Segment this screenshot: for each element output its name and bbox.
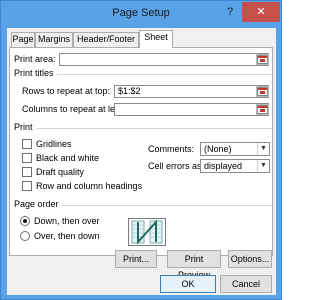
row-col-headings-checkbox[interactable]: [22, 181, 32, 191]
rows-repeat-input[interactable]: $1:$2: [114, 85, 269, 98]
draft-quality-label: Draft quality: [36, 167, 85, 177]
cell-errors-select[interactable]: displayed ▼: [200, 159, 270, 173]
print-heading: Print: [14, 122, 36, 132]
help-button[interactable]: ?: [219, 2, 241, 22]
page-setup-dialog: Page Setup ? ✕ Page Margins Header/Foote…: [0, 0, 282, 300]
print-area-input[interactable]: [59, 53, 269, 66]
close-button[interactable]: ✕: [242, 2, 280, 22]
print-preview-button[interactable]: Print Preview: [167, 250, 221, 280]
comments-select[interactable]: (None) ▼: [200, 142, 270, 156]
black-white-checkbox[interactable]: [22, 153, 32, 163]
cols-repeat-input[interactable]: [114, 103, 269, 116]
black-white-label: Black and white: [36, 153, 100, 163]
collapse-dialog-icon: [257, 105, 268, 114]
cell-errors-value: displayed: [204, 161, 243, 171]
print-button[interactable]: Print...: [115, 250, 157, 268]
cell-errors-label: Cell errors as:: [148, 161, 205, 171]
chevron-down-icon: ▼: [257, 160, 269, 172]
cols-repeat-label: Columns to repeat at left:: [22, 104, 123, 114]
cancel-button[interactable]: Cancel: [220, 275, 272, 293]
gridlines-label: Gridlines: [36, 139, 72, 149]
ok-button[interactable]: OK: [160, 275, 216, 293]
print-area-label-text: Print area:: [14, 54, 56, 64]
over-then-down-label: Over, then down: [34, 231, 100, 241]
tab-header-footer[interactable]: Header/Footer: [73, 32, 139, 47]
dialog-body: Page Margins Header/Footer Sheet Print a…: [7, 28, 276, 295]
comments-value: (None): [204, 144, 232, 154]
comments-label: Comments:: [148, 144, 195, 154]
over-then-down-radio[interactable]: [20, 231, 30, 241]
page-order-preview-icon: [128, 218, 166, 246]
sheet-panel: Print area: Print titles Rows to repeat …: [9, 47, 273, 256]
cols-repeat-collapse-button[interactable]: [256, 104, 269, 115]
row-col-headings-label: Row and column headings: [36, 181, 143, 191]
down-then-over-radio[interactable]: [20, 216, 30, 226]
tab-sheet[interactable]: Sheet: [139, 30, 173, 48]
print-titles-heading: Print titles: [14, 68, 57, 78]
print-area-label: Print area:: [14, 54, 56, 64]
gridlines-checkbox[interactable]: [22, 139, 32, 149]
chevron-down-icon: ▼: [257, 143, 269, 155]
print-divider: [14, 128, 272, 129]
down-then-over-label: Down, then over: [34, 216, 100, 226]
options-button[interactable]: Options...: [228, 250, 272, 268]
page-order-graphic: [131, 219, 163, 245]
collapse-dialog-icon: [257, 55, 268, 64]
tab-margins[interactable]: Margins: [35, 32, 73, 47]
collapse-dialog-icon: [257, 87, 268, 96]
page-order-heading: Page order: [14, 199, 62, 209]
print-area-collapse-button[interactable]: [256, 54, 269, 65]
tab-page[interactable]: Page: [11, 32, 35, 47]
rows-repeat-collapse-button[interactable]: [256, 86, 269, 97]
title-bar: Page Setup ? ✕: [1, 1, 281, 28]
rows-repeat-label: Rows to repeat at top:: [22, 86, 111, 96]
draft-quality-checkbox[interactable]: [22, 167, 32, 177]
window-title: Page Setup: [112, 7, 170, 19]
